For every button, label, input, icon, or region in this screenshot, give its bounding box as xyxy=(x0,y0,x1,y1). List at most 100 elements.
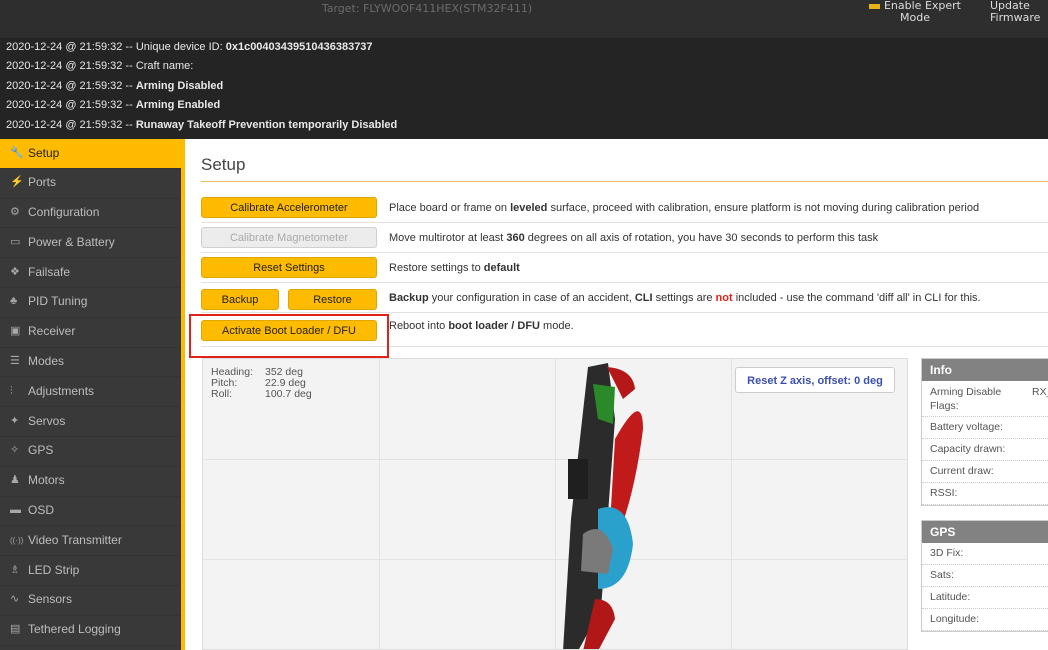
sidebar-item-power-battery[interactable]: ▭ Power & Battery xyxy=(0,228,181,259)
log-time: 2020-12-24 @ 21:59:32 xyxy=(6,79,123,92)
log-line: 2020-12-24 @ 21:59:32 -- Arming Enabled xyxy=(6,99,221,112)
osd-icon: ▬ xyxy=(10,504,21,517)
info-panel-title: Info xyxy=(922,359,1048,381)
target-label: Target: FLYWOOF411HEX(STM32F411) xyxy=(321,2,533,15)
main-content: Setup Calibrate Accelerometer Place boar… xyxy=(185,139,1048,650)
motor-icon: ♟ xyxy=(10,474,20,487)
calibrate-magnetometer-button[interactable]: Calibrate Magnetometer xyxy=(201,227,377,248)
log-line: 2020-12-24 @ 21:59:32 -- Arming Disabled xyxy=(6,79,224,92)
log-panel: 2020-12-24 @ 21:59:32 -- Unique device I… xyxy=(0,38,1048,139)
capacity-drawn-row: Capacity drawn: xyxy=(922,439,1048,461)
backup-restore-row: Backup Restore Backup your configuration… xyxy=(201,283,1048,313)
sidebar-item-failsafe[interactable]: ❖ Failsafe xyxy=(0,258,181,288)
title-divider xyxy=(201,181,1048,182)
gps-latitude-row: Latitude: xyxy=(922,587,1048,609)
sidebar-item-receiver[interactable]: ▣ Receiver xyxy=(0,318,181,348)
calibrate-accelerometer-button[interactable]: Calibrate Accelerometer xyxy=(201,197,377,218)
log-time: 2020-12-24 @ 21:59:32 xyxy=(6,41,123,53)
log-text: Runaway Takeoff Prevention temporarily D… xyxy=(135,118,398,131)
sidebar-item-label: Sensors xyxy=(28,592,73,607)
logging-icon: ▤ xyxy=(10,623,21,636)
arming-disable-flags-value: RX_ xyxy=(1032,386,1048,398)
log-text: Arming Enabled xyxy=(135,99,221,112)
boot-loader-description: Reboot into boot loader / DFU mode. xyxy=(389,320,574,332)
sidebar-item-setup[interactable]: 🔧 Setup xyxy=(0,139,181,169)
roll-label: Roll: xyxy=(211,388,233,400)
reset-settings-row: Reset Settings Restore settings to defau… xyxy=(201,253,1048,283)
arming-disable-flags-label: Arming Disable Flags: xyxy=(930,386,1002,412)
sidebar-item-gps[interactable]: ✧ GPS xyxy=(0,437,181,467)
top-bar: Target: FLYWOOF411HEX(STM32F411) Enable … xyxy=(0,0,1048,38)
sidebar-item-label: Configuration xyxy=(28,205,100,220)
page-title: Setup xyxy=(201,155,246,174)
expert-mode-switch[interactable] xyxy=(868,3,880,9)
backup-button[interactable]: Backup xyxy=(201,289,279,310)
reset-settings-button[interactable]: Reset Settings xyxy=(201,257,377,278)
gps-panel: GPS 3D Fix: Sats: Latitude: Longitude: xyxy=(921,520,1048,632)
sidebar-item-modes[interactable]: ☰ Modes xyxy=(0,348,181,378)
sidebar-item-label: Receiver xyxy=(28,324,76,339)
info-panel: Info Arming Disable Flags: RX_ Battery vo… xyxy=(921,358,1048,506)
log-line: 2020-12-24 @ 21:59:32 -- Unique device I… xyxy=(6,41,373,53)
sidebar-item-adjustments[interactable]: ⫶ Adjustments xyxy=(0,377,181,408)
log-prefix: Unique device ID: xyxy=(135,41,226,53)
sidebar-item-label: Power & Battery xyxy=(28,234,115,249)
calibrate-magnetometer-description: Move multirotor at least 360 degrees on … xyxy=(389,232,879,244)
sidebar-item-label: LED Strip xyxy=(28,562,80,577)
model-viewport[interactable]: Heading: 352 deg Pitch: 22.9 deg Roll: 100.… xyxy=(202,358,908,650)
sidebar-item-ports[interactable]: ⚡ Ports xyxy=(0,169,181,199)
reset-z-axis-button[interactable]: Reset Z axis, offset: 0 deg xyxy=(735,367,895,393)
sidebar-item-tethered-logging[interactable]: ▤ Tethered Logging xyxy=(0,616,181,646)
wrench-icon: 🔧 xyxy=(10,146,24,159)
sensors-icon: ∿ xyxy=(10,593,20,606)
sidebar-item-label: Modes xyxy=(28,354,65,369)
failsafe-icon: ❖ xyxy=(10,265,20,278)
modes-icon: ☰ xyxy=(10,355,20,368)
update-firmware-button[interactable]: Update Firmware xyxy=(990,0,1048,24)
sidebar: 🔧 Setup ⚡ Ports ⚙ Configuration ▭ Power & Ba… xyxy=(0,139,181,650)
sidebar-item-label: Ports xyxy=(28,175,57,190)
calibrate-magnetometer-row: Calibrate Magnetometer Move multirotor a… xyxy=(201,223,1048,253)
gps-fix-row: 3D Fix: xyxy=(922,543,1048,565)
gps-sats-row: Sats: xyxy=(922,565,1048,587)
sidebar-item-led-strip[interactable]: ♗ LED Strip xyxy=(0,556,181,586)
current-draw-row: Current draw: xyxy=(922,461,1048,483)
adjustments-icon: ⫶ xyxy=(10,384,13,397)
log-line: 2020-12-24 @ 21:59:32 -- Runaway Takeoff… xyxy=(6,118,398,131)
sidebar-item-label: Adjustments xyxy=(28,383,95,398)
calibrate-accelerometer-row: Calibrate Accelerometer Place board or f… xyxy=(201,193,1048,223)
sidebar-item-video-transmitter[interactable]: ((·)) Video Transmitter xyxy=(0,526,181,557)
servo-icon: ✦ xyxy=(10,414,20,427)
plug-icon: ⚡ xyxy=(10,176,24,189)
attitude-readout: Heading: 352 deg Pitch: 22.9 deg Roll: 100.… xyxy=(211,367,312,400)
log-line: 2020-12-24 @ 21:59:32 -- Craft name: xyxy=(6,60,194,73)
log-time: 2020-12-24 @ 21:59:32 xyxy=(6,118,123,131)
sidebar-item-servos[interactable]: ✦ Servos xyxy=(0,407,181,437)
rssi-row: RSSI: xyxy=(922,483,1048,505)
arming-disable-flags-row: Arming Disable Flags: RX_ xyxy=(922,381,1048,417)
sidebar-item-pid-tuning[interactable]: ♣ PID Tuning xyxy=(0,288,181,318)
reset-settings-description: Restore settings to default xyxy=(389,262,520,274)
calibrate-accelerometer-description: Place board or frame on leveled surface,… xyxy=(389,202,980,214)
sidebar-item-sensors[interactable]: ∿ Sensors xyxy=(0,586,181,616)
sidebar-item-motors[interactable]: ♟ Motors xyxy=(0,467,181,497)
backup-description: Backup your configuration in case of an … xyxy=(389,292,981,304)
expert-mode-toggle[interactable]: Enable Expert Mode xyxy=(860,0,970,24)
gear-icon: ⚙ xyxy=(10,206,20,219)
vtx-icon: ((·)) xyxy=(10,535,24,545)
log-prefix: Craft name: xyxy=(135,60,194,73)
log-text: Arming Disabled xyxy=(135,79,224,92)
sidebar-item-label: Servos xyxy=(28,413,66,428)
restore-button[interactable]: Restore xyxy=(288,289,377,310)
log-text: 0x1c00403439510436383737 xyxy=(225,41,373,53)
quad-model-icon xyxy=(563,363,643,649)
battery-icon: ▭ xyxy=(10,235,21,248)
gps-panel-title: GPS xyxy=(922,521,1048,543)
battery-voltage-row: Battery voltage: xyxy=(922,417,1048,439)
expert-mode-label: Enable Expert Mode xyxy=(883,0,961,24)
sidebar-item-osd[interactable]: ▬ OSD xyxy=(0,497,181,527)
sidebar-item-label: Setup xyxy=(28,145,60,160)
sidebar-item-configuration[interactable]: ⚙ Configuration xyxy=(0,199,181,229)
roll-value: 100.7 deg xyxy=(265,388,312,400)
gps-longitude-row: Longitude: xyxy=(922,609,1048,631)
